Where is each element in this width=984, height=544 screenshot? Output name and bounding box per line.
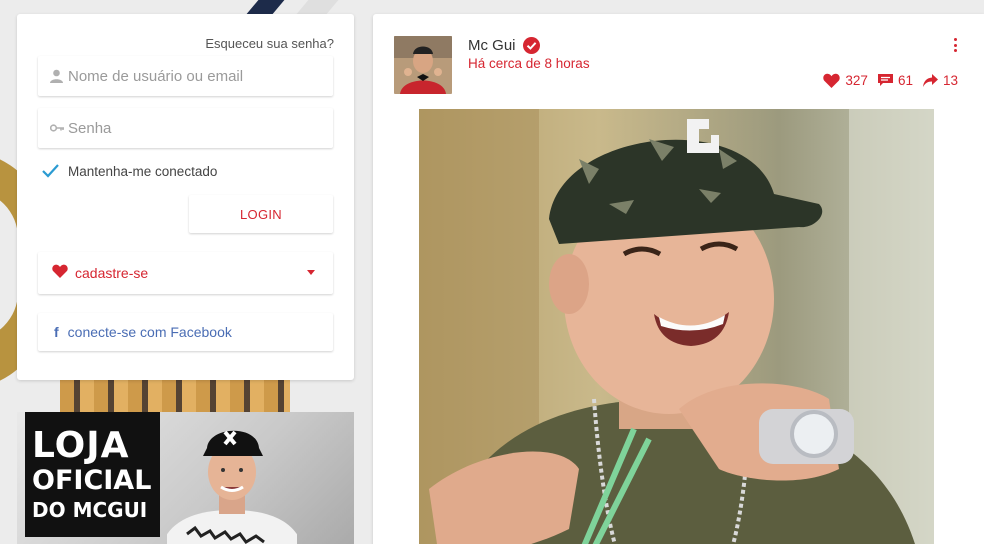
login-button[interactable]: LOGIN xyxy=(189,195,333,233)
post-stats: 327 61 13 xyxy=(813,73,958,88)
background-leopard-pattern xyxy=(60,378,290,412)
post-author[interactable]: Mc Gui xyxy=(468,37,540,54)
share-icon xyxy=(922,74,938,87)
shares-count: 13 xyxy=(942,73,958,88)
password-field[interactable] xyxy=(38,108,333,148)
login-panel: Esqueceu sua senha? Mantenha-me conectad… xyxy=(17,14,354,380)
signup-dropdown[interactable]: cadastre-se xyxy=(38,252,333,294)
username-input[interactable] xyxy=(68,67,318,85)
avatar[interactable] xyxy=(394,36,452,94)
store-banner[interactable]: LOJA OFICIAL DO MCGUI xyxy=(17,412,354,544)
store-title-line1: LOJA xyxy=(32,425,130,466)
comments-count: 61 xyxy=(897,73,913,88)
likes-count: 327 xyxy=(845,73,868,88)
post-image[interactable] xyxy=(419,109,934,544)
remember-checkbox[interactable] xyxy=(41,162,59,180)
remember-me[interactable]: Mantenha-me conectado xyxy=(41,162,217,180)
store-banner-photo xyxy=(162,412,302,544)
verified-badge-icon xyxy=(522,37,540,54)
remember-label: Mantenha-me conectado xyxy=(68,163,218,179)
heart-icon xyxy=(52,264,68,283)
comment-icon xyxy=(877,74,893,86)
post-card: Mc Gui Há cerca de 8 horas 327 61 13 xyxy=(373,14,984,544)
facebook-icon: f xyxy=(54,324,59,340)
store-title-line3: DO MCGUI xyxy=(32,498,148,522)
post-timestamp[interactable]: Há cerca de 8 horas xyxy=(468,56,590,71)
facebook-label: conecte-se com Facebook xyxy=(67,324,232,340)
forgot-password-link[interactable]: Esqueceu sua senha? xyxy=(205,36,334,51)
user-icon xyxy=(50,69,68,83)
more-vertical-icon[interactable] xyxy=(952,38,958,54)
store-title-line2: OFICIAL xyxy=(32,465,152,496)
username-field[interactable] xyxy=(38,56,333,96)
author-name[interactable]: Mc Gui xyxy=(468,37,516,54)
shares-stat[interactable]: 13 xyxy=(922,73,958,88)
likes-stat[interactable]: 327 xyxy=(823,73,868,88)
password-input[interactable] xyxy=(68,119,318,137)
signup-label: cadastre-se xyxy=(75,265,149,281)
key-icon xyxy=(50,123,68,133)
heart-icon xyxy=(823,73,841,88)
chevron-down-icon xyxy=(307,270,315,275)
comments-stat[interactable]: 61 xyxy=(877,73,913,88)
facebook-login-button[interactable]: f conecte-se com Facebook xyxy=(38,313,333,351)
